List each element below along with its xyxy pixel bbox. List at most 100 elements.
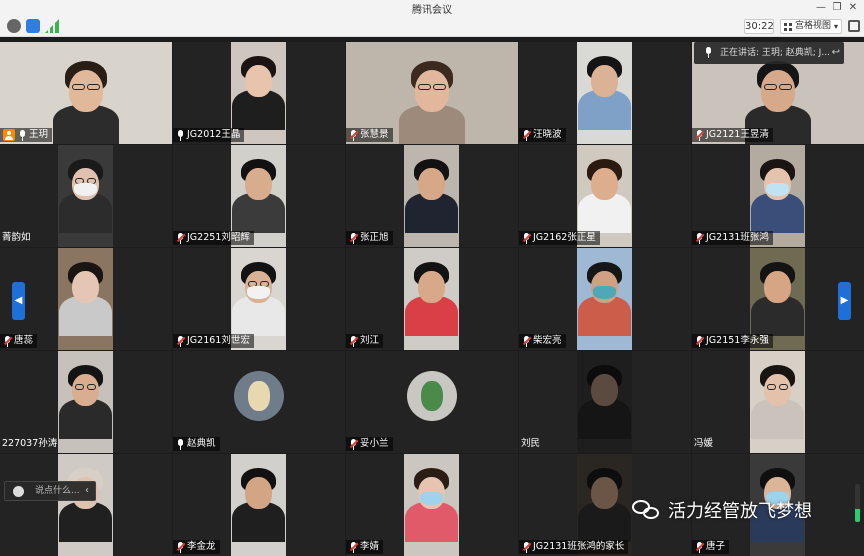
- participant-video: [58, 145, 113, 247]
- participant-name-tag: JG2151李永强: [692, 334, 773, 348]
- participant-name: 张慧景: [360, 129, 389, 140]
- participant-name: 张正旭: [360, 232, 389, 243]
- microphone-muted-icon: [522, 129, 532, 141]
- fullscreen-icon[interactable]: [848, 20, 860, 32]
- participant-name-tag: 冯媛: [692, 437, 717, 451]
- participant-name: 妥小兰: [360, 438, 389, 449]
- participant-tile[interactable]: 李金龙: [173, 454, 345, 556]
- participant-video: [58, 351, 113, 453]
- participant-video: [404, 248, 459, 350]
- microphone-muted-icon: [176, 541, 186, 553]
- participant-name: 柴宏亮: [533, 335, 562, 346]
- microphone-icon: [18, 129, 27, 141]
- collapse-icon[interactable]: ↩: [832, 42, 840, 64]
- participant-name-tag: 李婧: [346, 540, 384, 554]
- watermark-text: 活力经管放飞梦想: [668, 501, 812, 522]
- microphone-muted-icon: [349, 232, 359, 244]
- participant-tile[interactable]: 柴宏亮: [519, 248, 691, 350]
- microphone-icon: [176, 438, 185, 450]
- participant-name-tag: 汪晓波: [519, 128, 566, 142]
- participant-grid: 王玥 JG2012王晶 张慧景 汪晓波 JG2121王昱清菁韵如 JG2251刘昭辉 张正旭…: [0, 42, 864, 556]
- participant-tile[interactable]: 刘民: [519, 351, 691, 453]
- participant-video: [577, 42, 632, 144]
- participant-tile[interactable]: 唐蕊: [0, 248, 172, 350]
- participant-tile[interactable]: 妥小兰: [346, 351, 518, 453]
- participant-name: JG2121王昱清: [706, 129, 769, 140]
- speaking-banner: 正在讲话: 王玥; 赵典凯; J... ↩: [694, 42, 844, 64]
- participant-video: [577, 248, 632, 350]
- participant-name-tag: 刘民: [519, 437, 544, 451]
- participant-tile[interactable]: 227037孙涛: [0, 351, 172, 453]
- restore-icon[interactable]: ❐: [830, 1, 844, 15]
- shield-icon[interactable]: [26, 19, 40, 33]
- participant-video: [404, 145, 459, 247]
- participant-name: 汪晓波: [533, 129, 562, 140]
- participant-tile[interactable]: 冯媛: [692, 351, 864, 453]
- participant-avatar: [234, 371, 284, 421]
- participant-tile[interactable]: 张正旭: [346, 145, 518, 247]
- participant-video: [577, 351, 632, 453]
- participant-name: 赵典凯: [187, 438, 216, 449]
- meeting-toolbar: 30:22 宫格视图 ▾: [0, 16, 864, 37]
- microphone-icon: [704, 47, 713, 58]
- participant-tile[interactable]: 汪晓波: [519, 42, 691, 144]
- chat-input[interactable]: 说点什么... ‹: [4, 481, 96, 501]
- microphone-muted-icon: [3, 335, 13, 347]
- participant-video: [231, 454, 286, 556]
- participant-name: JG2251刘昭辉: [187, 232, 250, 243]
- participant-name-tag: 菁韵如: [0, 231, 35, 245]
- participant-name-tag: 张慧景: [346, 128, 393, 142]
- window-titlebar: 腾讯会议 — ❐ ✕: [0, 0, 864, 16]
- participant-name: 刘民: [521, 438, 541, 449]
- participant-name: JG2131班张鸿的家长: [533, 541, 625, 552]
- participant-tile[interactable]: JG2012王晶: [173, 42, 345, 144]
- microphone-muted-icon: [695, 541, 705, 553]
- info-icon[interactable]: [7, 19, 21, 33]
- participant-name-tag: JG2131班张鸿: [692, 231, 773, 245]
- participant-name-tag: JG2012王晶: [173, 128, 245, 142]
- minimize-icon[interactable]: —: [814, 1, 828, 15]
- participant-tile[interactable]: 菁韵如: [0, 145, 172, 247]
- signal-icon: [45, 19, 59, 33]
- participant-name: JG2012王晶: [187, 129, 241, 140]
- participant-tile[interactable]: 张慧景: [346, 42, 518, 144]
- participant-tile[interactable]: JG2131班张鸿: [692, 145, 864, 247]
- chevron-left-icon[interactable]: ‹: [85, 482, 89, 500]
- participant-name: 冯媛: [694, 438, 714, 449]
- participant-name: JG2162张正星: [533, 232, 596, 243]
- microphone-muted-icon: [349, 129, 359, 141]
- participant-tile[interactable]: JG2251刘昭辉: [173, 145, 345, 247]
- microphone-muted-icon: [522, 232, 532, 244]
- participant-name: 唐子: [706, 541, 726, 552]
- emoji-icon[interactable]: [13, 486, 24, 497]
- view-mode-label: 宫格视图: [795, 21, 832, 31]
- participant-name: 唐蕊: [14, 335, 34, 346]
- previous-page-button[interactable]: ◀: [12, 282, 25, 320]
- participant-name-tag: 妥小兰: [346, 437, 393, 451]
- volume-level: [855, 508, 860, 522]
- participant-name-tag: 227037孙涛: [0, 437, 61, 451]
- participant-tile[interactable]: [0, 454, 172, 556]
- meeting-timer: 30:22: [744, 19, 774, 34]
- chat-placeholder: 说点什么...: [35, 486, 80, 496]
- participant-name: JG2151李永强: [706, 335, 769, 346]
- microphone-muted-icon: [176, 335, 186, 347]
- microphone-icon: [176, 129, 185, 141]
- participant-tile[interactable]: JG2161刘世宏: [173, 248, 345, 350]
- view-mode-dropdown[interactable]: 宫格视图 ▾: [780, 19, 842, 34]
- close-icon[interactable]: ✕: [846, 1, 860, 15]
- watermark: 活力经管放飞梦想: [632, 495, 812, 525]
- participant-name-tag: JG2161刘世宏: [173, 334, 254, 348]
- next-page-button[interactable]: ▶: [838, 282, 851, 320]
- participant-tile[interactable]: JG2162张正星: [519, 145, 691, 247]
- participant-name-tag: 王玥: [0, 128, 53, 142]
- participant-tile[interactable]: 赵典凯: [173, 351, 345, 453]
- host-icon: [3, 129, 15, 141]
- participant-tile[interactable]: 李婧: [346, 454, 518, 556]
- participant-name-tag: 刘江: [346, 334, 384, 348]
- grid-view-icon: [784, 23, 792, 31]
- participant-name: 王玥: [29, 129, 49, 140]
- wechat-icon: [632, 498, 662, 522]
- participant-tile[interactable]: 王玥: [0, 42, 172, 144]
- participant-tile[interactable]: 刘江: [346, 248, 518, 350]
